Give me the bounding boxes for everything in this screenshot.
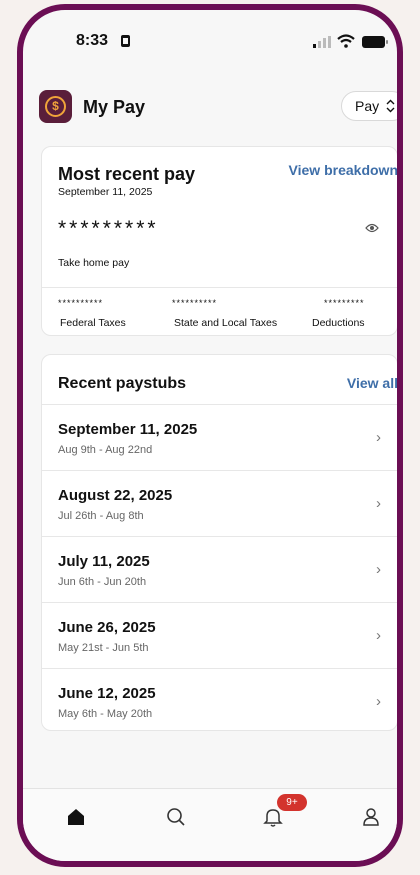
view-all-link[interactable]: View all <box>347 375 397 391</box>
chevron-right-icon: › <box>376 693 381 710</box>
paystub-row[interactable]: August 22, 2025 Jul 26th - Aug 8th › <box>42 470 397 536</box>
paystub-range: Jun 6th - Jun 20th <box>58 576 147 588</box>
view-breakdown-link[interactable]: View breakdown <box>289 162 397 178</box>
page-title: My Pay <box>83 97 146 117</box>
paystub-range: Aug 9th - Aug 22nd <box>58 444 153 456</box>
federal-taxes-label: Federal Taxes <box>60 317 126 329</box>
paystub-row[interactable]: June 26, 2025 May 21st - Jun 5th › <box>42 602 397 668</box>
status-time: 8:33 <box>76 32 109 49</box>
most-recent-pay-date: September 11, 2025 <box>58 186 153 198</box>
recent-paystubs-card: Recent paystubs View all September 11, 2… <box>41 354 397 734</box>
chevron-up-down-icon <box>386 99 395 113</box>
paystub-range: May 21st - Jun 5th <box>58 642 149 654</box>
federal-taxes-amount: ********** <box>58 298 104 308</box>
paystub-row[interactable]: July 11, 2025 Jun 6th - Jun 20th › <box>42 536 397 602</box>
person-icon[interactable] <box>361 807 381 827</box>
paystub-date: September 11, 2025 <box>58 421 198 438</box>
chevron-right-icon: › <box>376 561 381 578</box>
paystub-date: June 26, 2025 <box>58 619 156 636</box>
wifi-icon <box>337 34 355 48</box>
paystub-date: August 22, 2025 <box>58 487 173 504</box>
paystub-date: July 11, 2025 <box>58 553 150 570</box>
recent-paystubs-title: Recent paystubs <box>58 375 187 392</box>
phone-frame: 8:33 $ My Pay Pay Most recent pay Septem… <box>17 4 403 867</box>
most-recent-pay-title: Most recent pay <box>58 164 196 184</box>
home-icon[interactable] <box>66 807 86 827</box>
state-local-taxes-label: State and Local Taxes <box>174 317 278 329</box>
most-recent-pay-card: Most recent pay September 11, 2025 View … <box>41 146 397 336</box>
dollar-coin-icon: $ <box>45 96 66 117</box>
divider <box>42 287 397 288</box>
deductions-amount: ********* <box>324 298 365 308</box>
eye-icon[interactable] <box>365 223 379 233</box>
state-local-taxes-amount: ********** <box>172 298 218 308</box>
bell-icon[interactable] <box>263 807 283 827</box>
pay-selector-label: Pay <box>355 98 380 114</box>
paystub-row[interactable]: June 12, 2025 May 6th - May 20th › <box>42 668 397 734</box>
take-home-pay-label: Take home pay <box>58 257 130 269</box>
paystub-date: June 12, 2025 <box>58 685 156 702</box>
deductions-label: Deductions <box>312 317 365 329</box>
notification-badge: 9+ <box>277 794 307 811</box>
battery-icon <box>362 36 388 48</box>
pay-selector[interactable]: Pay <box>341 91 397 121</box>
app-header: $ My Pay Pay <box>23 86 397 130</box>
chevron-right-icon: › <box>376 495 381 512</box>
masked-take-home-amount: ********* <box>58 217 159 240</box>
paystub-row[interactable]: September 11, 2025 Aug 9th - Aug 22nd › <box>42 404 397 470</box>
cellular-signal-icon <box>313 36 331 48</box>
sim-card-icon <box>121 35 130 47</box>
bottom-navigation: 9+ <box>23 788 397 861</box>
app-logo: $ <box>39 90 72 123</box>
search-icon[interactable] <box>166 807 186 827</box>
paystub-range: May 6th - May 20th <box>58 708 153 720</box>
status-bar: 8:33 <box>23 10 397 70</box>
paystub-range: Jul 26th - Aug 8th <box>58 510 144 522</box>
chevron-right-icon: › <box>376 627 381 644</box>
chevron-right-icon: › <box>376 429 381 446</box>
